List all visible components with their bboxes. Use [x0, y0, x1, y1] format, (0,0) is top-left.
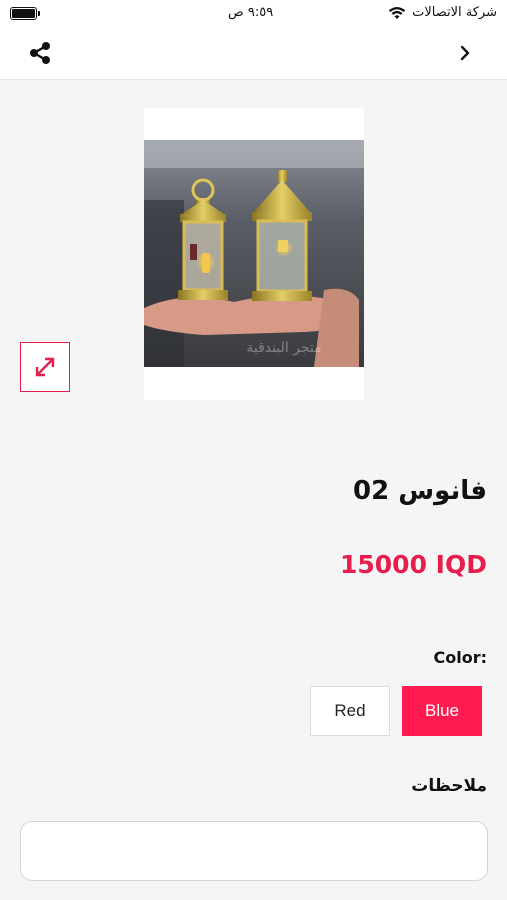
back-button[interactable] [457, 41, 473, 65]
lanterns-photo: متجر البندقية [144, 140, 364, 367]
status-bar: ٩:٥٩ ص شركة الاتصالات [0, 0, 507, 28]
color-option-blue[interactable]: Blue [402, 686, 482, 736]
share-icon [30, 42, 50, 64]
expand-icon [35, 357, 55, 377]
product-title: فانوس 02 [353, 476, 487, 506]
chevron-icon [460, 45, 470, 61]
battery-icon [10, 7, 40, 20]
wifi-icon [388, 6, 406, 19]
status-carrier-group: شركة الاتصالات [388, 5, 497, 20]
nav-bar [0, 28, 507, 80]
notes-label: ملاحظات [411, 776, 487, 796]
notes-input[interactable] [20, 821, 488, 881]
share-button[interactable] [26, 39, 54, 67]
carrier-name: شركة الاتصالات [412, 5, 497, 20]
svg-text:متجر البندقية: متجر البندقية [246, 340, 321, 356]
expand-image-button[interactable] [20, 342, 70, 392]
product-image-container[interactable]: متجر البندقية [144, 108, 364, 400]
color-option-red[interactable]: Red [310, 686, 390, 736]
product-price: 15000 IQD [340, 550, 487, 579]
color-option-label: Color: [433, 648, 488, 667]
status-time: ٩:٥٩ ص [228, 5, 274, 20]
